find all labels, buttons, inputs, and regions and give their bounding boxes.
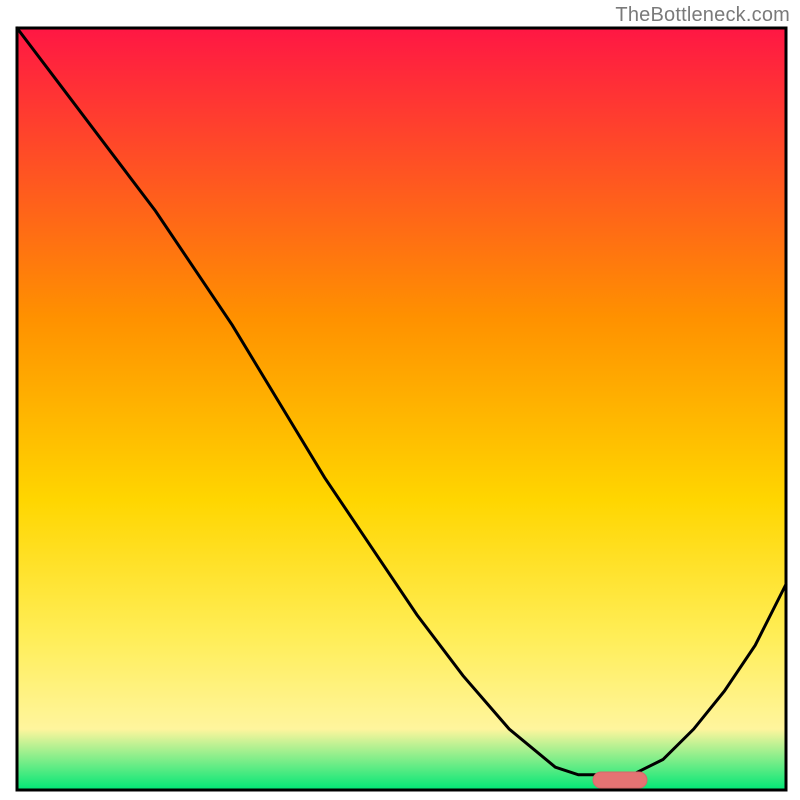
watermark-text: TheBottleneck.com	[615, 4, 790, 27]
gradient-background	[17, 28, 786, 790]
bottleneck-chart	[0, 0, 800, 800]
chart-container: { "watermark": "TheBottleneck.com", "col…	[0, 0, 800, 800]
optimal-range-marker	[593, 772, 647, 788]
